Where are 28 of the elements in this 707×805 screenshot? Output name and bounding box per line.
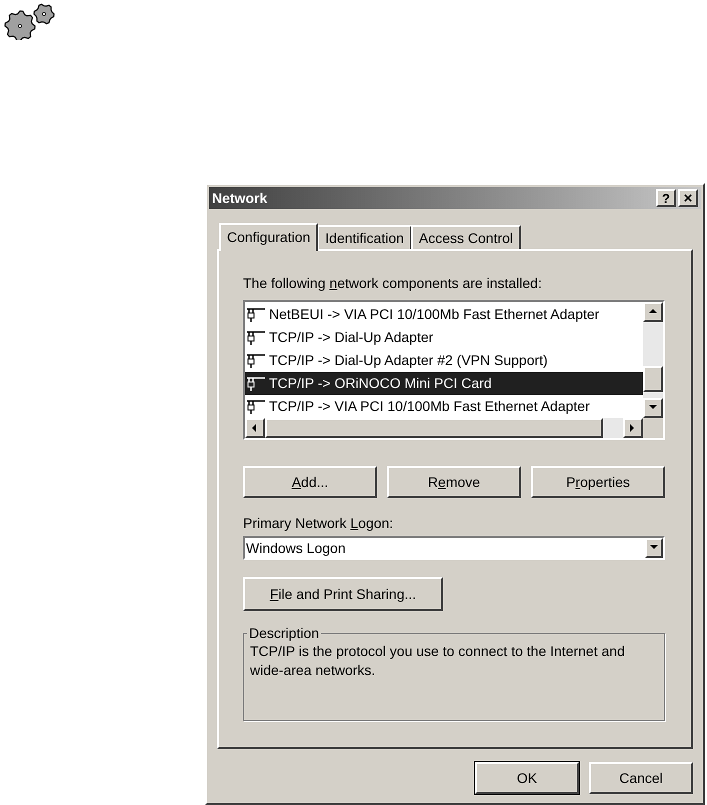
component-button[interactable]: Properties xyxy=(531,466,665,498)
component-item[interactable]: NetBEUI -> VIA PCI 10/100Mb Fast Ethernet Adapter xyxy=(245,303,643,326)
component-item[interactable]: TCP/IP -> Dial-Up Adapter xyxy=(245,326,643,349)
component-item[interactable]: TCP/IP -> ORiNOCO Mini PCI Card xyxy=(245,372,643,395)
logon-dropdown[interactable]: Windows Logon xyxy=(243,536,665,560)
tab[interactable]: Identification xyxy=(317,225,412,249)
dialog-button[interactable]: Cancel xyxy=(589,762,693,794)
scroll-thumb[interactable] xyxy=(265,418,603,438)
scroll-thumb[interactable] xyxy=(643,366,663,392)
logon-label: Primary Network Logon: xyxy=(243,514,394,533)
component-button[interactable]: Add... xyxy=(243,466,377,498)
dialog-button[interactable]: OK xyxy=(475,762,579,794)
components-label: The following network components are installed: xyxy=(243,274,543,293)
close-button[interactable]: × xyxy=(678,189,698,207)
file-print-sharing-button[interactable]: File and Print Sharing... xyxy=(243,577,443,611)
help-button[interactable]: ? xyxy=(656,189,676,207)
network-cable-icon xyxy=(245,374,267,392)
component-button[interactable]: Remove xyxy=(387,466,521,498)
description-title: Description xyxy=(248,624,320,643)
component-item[interactable]: TCP/IP -> VIA PCI 10/100Mb Fast Ethernet Adapter xyxy=(245,395,643,418)
tab[interactable]: Configuration xyxy=(219,223,318,251)
tab[interactable]: Access Control xyxy=(410,225,522,249)
horizontal-scrollbar[interactable] xyxy=(245,418,643,438)
scrollbar-corner xyxy=(643,418,663,438)
description-text: TCP/IP is the protocol you use to connect to the Internet and wide-area networks. xyxy=(250,642,626,680)
component-item[interactable]: TCP/IP -> Dial-Up Adapter #2 (VPN Support) xyxy=(245,349,643,372)
window-title: Network xyxy=(212,188,268,208)
vertical-scrollbar[interactable] xyxy=(643,302,663,418)
